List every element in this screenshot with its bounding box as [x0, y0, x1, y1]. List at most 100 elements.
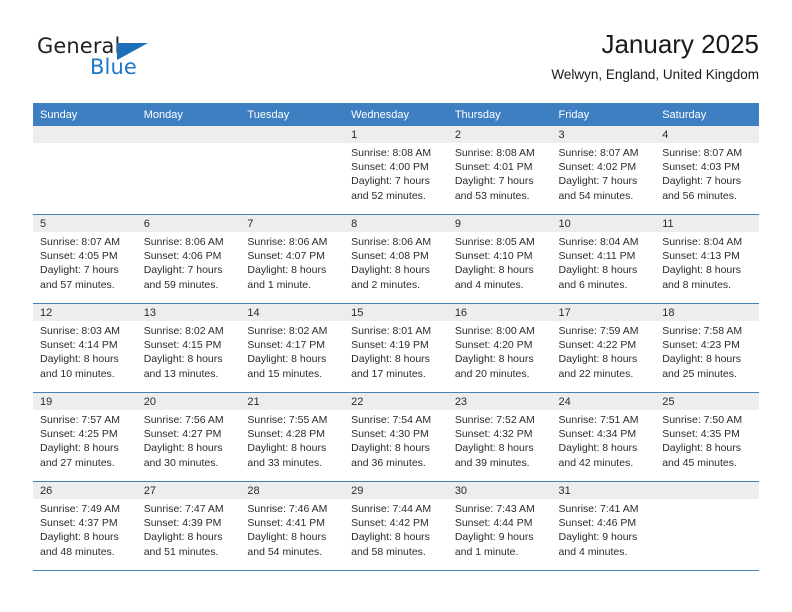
day-number: 23	[447, 393, 552, 410]
calendar-day-cell[interactable]: 17 Sunrise: 7:59 AM Sunset: 4:22 PM Dayl…	[551, 303, 656, 393]
calendar-day-cell[interactable]: 6 Sunrise: 8:06 AM Sunset: 4:06 PM Dayli…	[136, 214, 241, 304]
day-number: 9	[447, 215, 552, 232]
calendar-day-cell[interactable]: 23 Sunrise: 7:52 AM Sunset: 4:32 PM Dayl…	[447, 392, 552, 482]
day-number: 14	[240, 304, 345, 321]
calendar-day-cell[interactable]: 26 Sunrise: 7:49 AM Sunset: 4:37 PM Dayl…	[33, 481, 137, 571]
calendar-day-cell[interactable]: 12 Sunrise: 8:03 AM Sunset: 4:14 PM Dayl…	[33, 303, 137, 393]
calendar-day-cell[interactable]: 29 Sunrise: 7:44 AM Sunset: 4:42 PM Dayl…	[344, 481, 448, 571]
daylight-text-line2: and 59 minutes.	[143, 278, 219, 291]
day-details: Sunrise: 8:04 AM Sunset: 4:13 PM Dayligh…	[655, 232, 759, 292]
calendar-day-cell[interactable]: 25 Sunrise: 7:50 AM Sunset: 4:35 PM Dayl…	[655, 392, 759, 482]
sunset-text: Sunset: 4:23 PM	[662, 339, 740, 352]
calendar-day-cell[interactable]: 19 Sunrise: 7:57 AM Sunset: 4:25 PM Dayl…	[33, 392, 137, 482]
sunset-text: Sunset: 4:28 PM	[247, 428, 326, 441]
sunrise-text: Sunrise: 8:02 AM	[247, 325, 328, 337]
page-title: January 2025	[601, 29, 759, 59]
sunset-text: Sunset: 4:30 PM	[351, 428, 429, 441]
calendar-day-cell[interactable]: 10 Sunrise: 8:04 AM Sunset: 4:11 PM Dayl…	[551, 214, 656, 304]
daylight-text-line1: Daylight: 8 hours	[247, 353, 327, 366]
sunrise-text: Sunrise: 8:00 AM	[454, 325, 535, 337]
calendar-day-cell[interactable]: 22 Sunrise: 7:54 AM Sunset: 4:30 PM Dayl…	[344, 392, 448, 482]
calendar-header-row: Sunday Monday Tuesday Wednesday Thursday…	[33, 103, 759, 126]
day-details: Sunrise: 7:51 AM Sunset: 4:34 PM Dayligh…	[552, 410, 656, 470]
day-cell-inner: 31 Sunrise: 7:41 AM Sunset: 4:46 PM Dayl…	[551, 482, 656, 570]
daylight-text-line2: and 39 minutes.	[454, 456, 530, 469]
daylight-text-line2: and 2 minutes.	[351, 278, 420, 291]
calendar-day-cell[interactable]	[136, 126, 241, 215]
calendar-day-cell[interactable]: 5 Sunrise: 8:07 AM Sunset: 4:05 PM Dayli…	[33, 214, 137, 304]
sunrise-text: Sunrise: 7:51 AM	[558, 414, 639, 426]
general-blue-logo[interactable]: General Blue	[33, 34, 243, 92]
calendar-day-cell[interactable]	[33, 126, 137, 215]
day-number: 1	[344, 126, 448, 143]
day-details: Sunrise: 7:44 AM Sunset: 4:42 PM Dayligh…	[344, 499, 448, 559]
sunrise-text: Sunrise: 7:57 AM	[40, 414, 120, 426]
calendar-day-cell[interactable]: 8 Sunrise: 8:06 AM Sunset: 4:08 PM Dayli…	[344, 214, 448, 304]
calendar-day-cell[interactable]: 18 Sunrise: 7:58 AM Sunset: 4:23 PM Dayl…	[655, 303, 759, 393]
sunset-text: Sunset: 4:14 PM	[40, 339, 118, 352]
calendar-day-cell[interactable]: 27 Sunrise: 7:47 AM Sunset: 4:39 PM Dayl…	[136, 481, 241, 571]
title-block: January 2025 Welwyn, England, United Kin…	[551, 28, 759, 83]
sunrise-text: Sunrise: 8:06 AM	[351, 236, 432, 248]
calendar-day-cell[interactable]: 15 Sunrise: 8:01 AM Sunset: 4:19 PM Dayl…	[344, 303, 448, 393]
day-number	[33, 126, 137, 143]
sunset-text: Sunset: 4:03 PM	[662, 161, 740, 174]
calendar-week-row: 1 Sunrise: 8:08 AM Sunset: 4:00 PM Dayli…	[33, 126, 759, 215]
calendar-day-cell[interactable]: 9 Sunrise: 8:05 AM Sunset: 4:10 PM Dayli…	[447, 214, 552, 304]
sunset-text: Sunset: 4:42 PM	[351, 517, 429, 530]
calendar-day-cell[interactable]: 2 Sunrise: 8:08 AM Sunset: 4:01 PM Dayli…	[447, 126, 552, 215]
calendar-day-cell[interactable]: 3 Sunrise: 8:07 AM Sunset: 4:02 PM Dayli…	[551, 126, 656, 215]
day-number: 6	[136, 215, 241, 232]
day-details	[240, 143, 344, 146]
weekday-header-wednesday: Wednesday	[344, 103, 448, 126]
daylight-text-line1: Daylight: 7 hours	[351, 175, 430, 188]
sunset-text: Sunset: 4:22 PM	[558, 339, 637, 352]
calendar-day-cell[interactable]: 11 Sunrise: 8:04 AM Sunset: 4:13 PM Dayl…	[655, 214, 759, 304]
calendar-day-cell[interactable]: 4 Sunrise: 8:07 AM Sunset: 4:03 PM Dayli…	[655, 126, 759, 215]
daylight-text-line2: and 17 minutes.	[351, 367, 426, 380]
daylight-text-line1: Daylight: 8 hours	[143, 353, 223, 366]
daylight-text-line2: and 57 minutes.	[40, 278, 115, 291]
sunrise-text: Sunrise: 7:46 AM	[247, 503, 328, 515]
sunset-text: Sunset: 4:37 PM	[40, 517, 118, 530]
calendar-day-cell[interactable]: 28 Sunrise: 7:46 AM Sunset: 4:41 PM Dayl…	[240, 481, 345, 571]
calendar-day-cell[interactable]: 16 Sunrise: 8:00 AM Sunset: 4:20 PM Dayl…	[447, 303, 552, 393]
calendar-day-cell[interactable]: 31 Sunrise: 7:41 AM Sunset: 4:46 PM Dayl…	[551, 481, 656, 571]
sunset-text: Sunset: 4:01 PM	[454, 161, 533, 174]
calendar-body: 1 Sunrise: 8:08 AM Sunset: 4:00 PM Dayli…	[33, 126, 759, 571]
calendar-day-cell[interactable]	[655, 481, 759, 571]
day-cell-inner: 2 Sunrise: 8:08 AM Sunset: 4:01 PM Dayli…	[447, 126, 552, 214]
daylight-text-line1: Daylight: 9 hours	[454, 531, 534, 544]
daylight-text-line1: Daylight: 8 hours	[351, 353, 430, 366]
day-cell-inner: 15 Sunrise: 8:01 AM Sunset: 4:19 PM Dayl…	[344, 304, 448, 392]
day-number: 11	[655, 215, 759, 232]
calendar-day-cell[interactable]: 13 Sunrise: 8:02 AM Sunset: 4:15 PM Dayl…	[136, 303, 241, 393]
sunset-text: Sunset: 4:34 PM	[558, 428, 637, 441]
daylight-text-line1: Daylight: 8 hours	[247, 442, 327, 455]
sunset-text: Sunset: 4:17 PM	[247, 339, 326, 352]
sunset-text: Sunset: 4:41 PM	[247, 517, 326, 530]
sunrise-text: Sunrise: 7:54 AM	[351, 414, 432, 426]
sunrise-text: Sunrise: 8:04 AM	[558, 236, 639, 248]
calendar-day-cell[interactable]: 1 Sunrise: 8:08 AM Sunset: 4:00 PM Dayli…	[344, 126, 448, 215]
calendar-week-row: 5 Sunrise: 8:07 AM Sunset: 4:05 PM Dayli…	[33, 214, 759, 304]
calendar-day-cell[interactable]: 24 Sunrise: 7:51 AM Sunset: 4:34 PM Dayl…	[551, 392, 656, 482]
calendar-day-cell[interactable]	[240, 126, 345, 215]
calendar-day-cell[interactable]: 30 Sunrise: 7:43 AM Sunset: 4:44 PM Dayl…	[447, 481, 552, 571]
sunrise-text: Sunrise: 8:08 AM	[351, 147, 432, 159]
day-number: 19	[33, 393, 137, 410]
sunrise-text: Sunrise: 7:50 AM	[662, 414, 743, 426]
day-details: Sunrise: 8:07 AM Sunset: 4:03 PM Dayligh…	[655, 143, 759, 203]
daylight-text-line1: Daylight: 8 hours	[351, 264, 430, 277]
daylight-text-line1: Daylight: 7 hours	[558, 175, 638, 188]
calendar-day-cell[interactable]: 7 Sunrise: 8:06 AM Sunset: 4:07 PM Dayli…	[240, 214, 345, 304]
daylight-text-line1: Daylight: 7 hours	[454, 175, 534, 188]
calendar-day-cell[interactable]: 14 Sunrise: 8:02 AM Sunset: 4:17 PM Dayl…	[240, 303, 345, 393]
calendar-day-cell[interactable]: 20 Sunrise: 7:56 AM Sunset: 4:27 PM Dayl…	[136, 392, 241, 482]
sunrise-text: Sunrise: 7:49 AM	[40, 503, 120, 515]
sunset-text: Sunset: 4:35 PM	[662, 428, 740, 441]
daylight-text-line2: and 8 minutes.	[662, 278, 732, 291]
page-subtitle: Welwyn, England, United Kingdom	[551, 67, 759, 82]
calendar-day-cell[interactable]: 21 Sunrise: 7:55 AM Sunset: 4:28 PM Dayl…	[240, 392, 345, 482]
day-details: Sunrise: 7:41 AM Sunset: 4:46 PM Dayligh…	[552, 499, 656, 559]
